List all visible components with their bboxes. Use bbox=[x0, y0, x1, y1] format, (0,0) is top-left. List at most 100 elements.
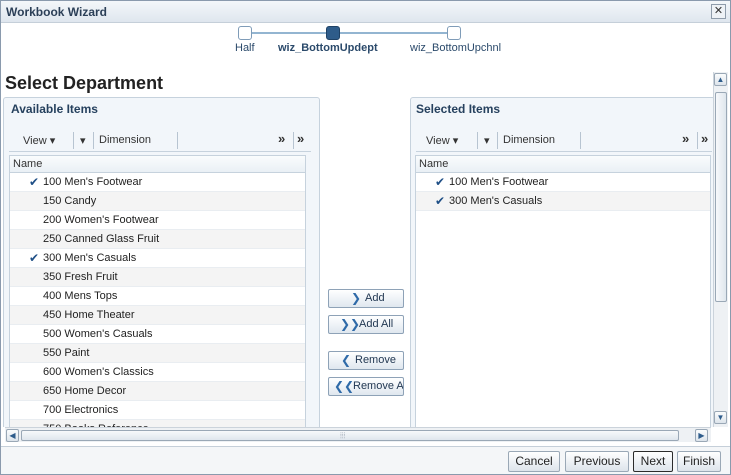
view-menu[interactable]: View ▾ bbox=[23, 134, 55, 147]
train-stop-current bbox=[326, 26, 340, 40]
view-menu[interactable]: View ▾ bbox=[426, 134, 458, 147]
list-item-label: 650 Home Decor bbox=[43, 385, 127, 397]
list-item[interactable]: ✔ 100 Men's Footwear bbox=[10, 173, 305, 192]
remove-button[interactable]: ❮ Remove bbox=[328, 351, 404, 370]
train-stop-half[interactable] bbox=[238, 26, 252, 40]
list-item-label: 150 Candy bbox=[43, 195, 97, 207]
checkmark-icon: ✔ bbox=[435, 194, 446, 208]
more-icon[interactable]: » bbox=[701, 131, 708, 146]
list-item-label: 450 Home Theater bbox=[43, 309, 135, 321]
checkmark-icon: ✔ bbox=[29, 251, 40, 265]
wizard-footer: Cancel Previous Next Finish bbox=[1, 446, 730, 474]
list-item-label: 400 Mens Tops bbox=[43, 290, 118, 302]
remove-all-button[interactable]: ❮❮ Remove A bbox=[328, 377, 404, 396]
page-title: Select Department bbox=[5, 73, 164, 93]
list-item[interactable]: 450 Home Theater bbox=[10, 306, 305, 325]
dimension-dropdown-icon[interactable]: ▾ bbox=[80, 134, 86, 147]
list-item-label: 550 Paint bbox=[43, 347, 90, 359]
available-items-panel: Available Items View ▾ ▾ Dimension » » N… bbox=[3, 97, 320, 427]
remove-all-label: Remove A bbox=[353, 380, 404, 392]
scroll-left-icon[interactable]: ◀ bbox=[6, 429, 19, 442]
dimension-label[interactable]: Dimension bbox=[503, 134, 555, 146]
remove-arrow-icon: ❮ bbox=[341, 353, 352, 367]
list-item-label: 600 Women's Classics bbox=[43, 366, 154, 378]
list-item[interactable]: 600 Women's Classics bbox=[10, 363, 305, 382]
train-stop-bottomupchnl[interactable] bbox=[447, 26, 461, 40]
scroll-down-icon[interactable]: ▼ bbox=[714, 411, 727, 424]
add-label: Add bbox=[365, 292, 385, 304]
list-item[interactable]: 550 Paint bbox=[10, 344, 305, 363]
add-arrow-icon: ❯ bbox=[351, 291, 362, 305]
toolbar-separator bbox=[93, 132, 94, 149]
overflow-icon[interactable]: » bbox=[278, 131, 285, 146]
list-item-label: 700 Electronics bbox=[43, 404, 119, 416]
title-bar: Workbook Wizard ✕ bbox=[1, 1, 730, 23]
list-item[interactable]: 500 Women's Casuals bbox=[10, 325, 305, 344]
list-item[interactable]: 200 Women's Footwear bbox=[10, 211, 305, 230]
list-item[interactable]: 250 Canned Glass Fruit bbox=[10, 230, 305, 249]
toolbar-separator bbox=[477, 132, 478, 149]
add-all-arrow-icon: ❯❯ bbox=[340, 317, 361, 331]
scroll-up-icon[interactable]: ▲ bbox=[714, 73, 727, 86]
train-label-half[interactable]: Half bbox=[235, 42, 255, 54]
available-toolbar: View ▾ ▾ Dimension » » bbox=[9, 130, 311, 152]
selected-items-table: Name ✔ 100 Men's Footwear ✔ 300 Men's Casua… bbox=[415, 155, 711, 427]
train-label-bottomupchnl[interactable]: wiz_BottomUpchnl bbox=[410, 42, 501, 54]
column-header-name[interactable]: Name bbox=[10, 156, 305, 173]
selected-toolbar: View ▾ ▾ Dimension » » bbox=[416, 130, 712, 152]
list-item-label: 350 Fresh Fruit bbox=[43, 271, 118, 283]
remove-label: Remove bbox=[355, 354, 396, 366]
add-button[interactable]: ❯ Add bbox=[328, 289, 404, 308]
selected-items-title: Selected Items bbox=[416, 102, 501, 116]
list-item-label: 100 Men's Footwear bbox=[449, 176, 549, 188]
previous-button[interactable]: Previous bbox=[565, 451, 629, 472]
toolbar-separator bbox=[580, 132, 581, 149]
close-icon[interactable]: ✕ bbox=[711, 4, 726, 19]
list-item-label: 200 Women's Footwear bbox=[43, 214, 159, 226]
list-item[interactable]: ✔ 300 Men's Casuals bbox=[10, 249, 305, 268]
list-item[interactable]: 700 Electronics bbox=[10, 401, 305, 420]
horizontal-scrollbar[interactable]: ◀ ⦙⦙⦙ ▶ bbox=[5, 427, 711, 442]
train-label-current: wiz_BottomUpdept bbox=[278, 42, 378, 54]
remove-all-arrow-icon: ❮❮ bbox=[334, 379, 355, 393]
dimension-dropdown-icon[interactable]: ▾ bbox=[484, 134, 490, 147]
checkmark-icon: ✔ bbox=[29, 175, 40, 189]
dialog-title: Workbook Wizard bbox=[6, 5, 108, 19]
list-item[interactable]: 650 Home Decor bbox=[10, 382, 305, 401]
scroll-grip-icon: ⦙⦙⦙ bbox=[340, 431, 346, 440]
list-item-label: 750 Books Reference bbox=[43, 420, 149, 427]
vertical-scroll-thumb[interactable] bbox=[715, 92, 727, 302]
toolbar-separator bbox=[73, 132, 74, 149]
list-item-label: 500 Women's Casuals bbox=[43, 328, 153, 340]
finish-button[interactable]: Finish bbox=[677, 451, 721, 472]
list-item-label: 100 Men's Footwear bbox=[43, 176, 143, 188]
available-items-table: Name ✔ 100 Men's Footwear 150 Candy 200 Wom… bbox=[9, 155, 306, 427]
list-item[interactable]: 400 Mens Tops bbox=[10, 287, 305, 306]
add-all-button[interactable]: ❯❯ Add All bbox=[328, 315, 404, 334]
list-item-label: 300 Men's Casuals bbox=[449, 195, 543, 207]
dimension-label[interactable]: Dimension bbox=[99, 134, 151, 146]
vertical-scrollbar[interactable]: ▲ ▼ bbox=[713, 72, 728, 427]
list-item[interactable]: 750 Books Reference bbox=[10, 420, 305, 427]
available-items-title: Available Items bbox=[11, 102, 98, 116]
list-item[interactable]: 350 Fresh Fruit bbox=[10, 268, 305, 287]
list-item[interactable]: ✔ 300 Men's Casuals bbox=[416, 192, 710, 211]
toolbar-separator bbox=[497, 132, 498, 149]
horizontal-scroll-thumb[interactable]: ⦙⦙⦙ bbox=[21, 430, 679, 441]
scroll-right-icon[interactable]: ▶ bbox=[695, 429, 708, 442]
list-item[interactable]: 150 Candy bbox=[10, 192, 305, 211]
overflow-icon[interactable]: » bbox=[682, 131, 689, 146]
train-connector bbox=[244, 32, 454, 34]
list-item-label: 250 Canned Glass Fruit bbox=[43, 233, 160, 245]
checkmark-icon: ✔ bbox=[435, 175, 446, 189]
more-icon[interactable]: » bbox=[297, 131, 304, 146]
next-button[interactable]: Next bbox=[633, 451, 673, 472]
column-header-name[interactable]: Name bbox=[416, 156, 710, 173]
toolbar-separator bbox=[293, 132, 294, 149]
list-item[interactable]: ✔ 100 Men's Footwear bbox=[416, 173, 710, 192]
scroll-content: Select Department Available Items View ▾… bbox=[1, 71, 713, 427]
toolbar-separator bbox=[697, 132, 698, 149]
cancel-button[interactable]: Cancel bbox=[508, 451, 560, 472]
selected-items-panel: Selected Items View ▾ ▾ Dimension » » Na… bbox=[410, 97, 713, 427]
toolbar-separator bbox=[177, 132, 178, 149]
